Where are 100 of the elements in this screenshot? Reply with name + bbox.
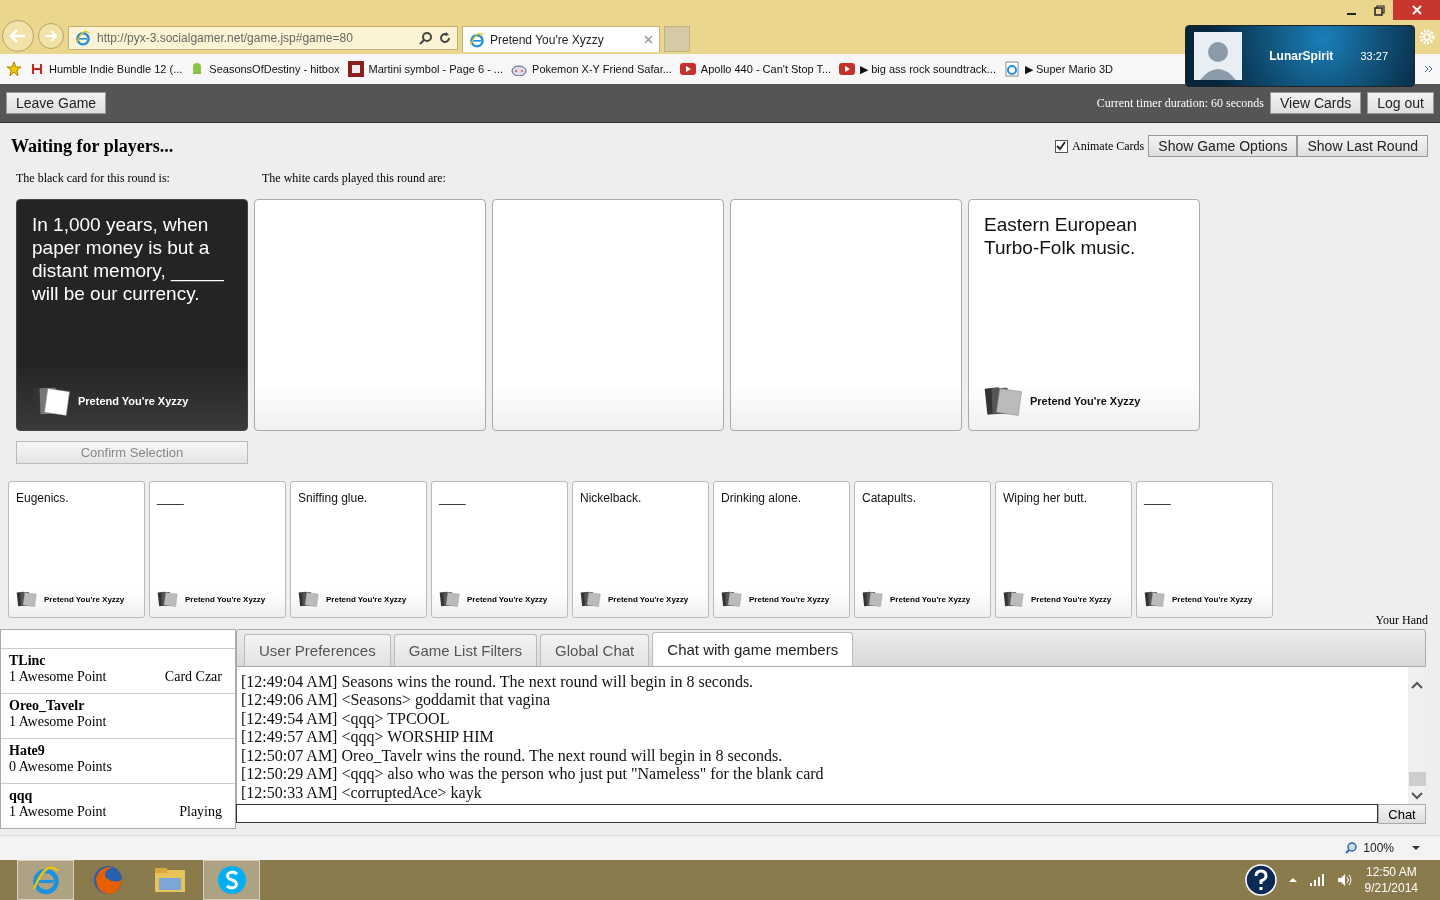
hand-card[interactable]: Catapults. Pretend You're Xyzzy — [854, 481, 991, 618]
bookmark-link[interactable]: ▶ big ass rock soundtrack... — [860, 62, 996, 76]
page-icon — [1003, 61, 1020, 77]
hand-card[interactable]: Nickelback. Pretend You're Xyzzy — [572, 481, 709, 618]
bookmark-link[interactable]: Apollo 440 - Can't Stop T... — [700, 63, 832, 75]
cards-logo-icon — [862, 591, 884, 607]
url-text: http://pyx-3.socialgamer.net/game.jsp#game=80 — [97, 31, 354, 45]
avatar — [1194, 32, 1242, 80]
player-score: 1 Awesome Point — [9, 669, 107, 685]
close-icon — [1411, 5, 1422, 15]
tab[interactable]: User Preferences — [244, 634, 391, 666]
taskbar-app[interactable] — [203, 860, 260, 900]
zoom-level[interactable]: 100% — [1363, 841, 1394, 855]
answer-card[interactable]: Eastern European Turbo-Folk music. Pretend You're Xyzzy — [968, 199, 1200, 431]
address-bar[interactable]: http://pyx-3.socialgamer.net/game.jsp#game=80 — [68, 26, 458, 50]
chat-message: [12:49:04 AM] Seasons wins the round. The next round will begin in 8 seconds. — [241, 672, 755, 691]
chat-message: [12:50:33 AM] <corruptedAce> kayk — [241, 783, 483, 802]
scroll-thumb[interactable] — [1408, 772, 1426, 786]
star-icon[interactable] — [6, 61, 22, 77]
cards-logo-icon — [32, 386, 72, 416]
clock[interactable]: 12:50 AM 9/21/2014 — [1364, 864, 1418, 896]
chat-message: [12:50:29 AM] <qqq> also who was the person who just put "Nameless" for the blank card — [241, 765, 825, 784]
your-hand-label: Your Hand — [1374, 614, 1429, 627]
bookmark-link[interactable]: Martini symbol - Page 6 - ... — [368, 63, 504, 75]
prompt-card-label: The black card for this round is: — [16, 171, 171, 187]
hand-card[interactable]: ____ Pretend You're Xyzzy — [149, 481, 286, 618]
timer-text: Current timer duration: 60 seconds — [1096, 95, 1264, 111]
play-icon — [679, 63, 696, 75]
player-status: Playing — [179, 804, 222, 820]
checkbox-label: Animate Cards — [1071, 138, 1145, 154]
tab[interactable]: Chat with game members — [652, 632, 854, 666]
close-icon[interactable] — [644, 35, 653, 44]
hand-card[interactable]: Wiping her butt. Pretend You're Xyzzy — [995, 481, 1132, 618]
toolbar-button[interactable]: View Cards — [1269, 92, 1362, 114]
pixel-art-icon — [347, 61, 364, 77]
zoom-icon — [1345, 842, 1358, 854]
bookmark-link[interactable]: Pokemon X-Y Friend Safar... — [532, 63, 672, 75]
hand-card[interactable]: ____ Pretend You're Xyzzy — [431, 481, 568, 618]
player-score: 0 Awesome Points — [9, 759, 112, 775]
signal-icon[interactable] — [1308, 874, 1325, 886]
call-time: 33:27 — [1360, 50, 1388, 62]
cards-logo-icon — [721, 591, 743, 607]
chat-message: [12:49:06 AM] <Seasons> goddamit that vagina — [241, 691, 552, 710]
leave-game-button[interactable]: Leave Game — [6, 92, 107, 114]
browser-icon — [469, 31, 485, 48]
chat-message: [12:50:07 AM] Oreo_Tavelr wins the round. The next round will begin in 8 seconds. — [241, 746, 784, 765]
hand-card[interactable]: Drinking alone. Pretend You're Xyzzy — [713, 481, 850, 618]
speaker-icon[interactable] — [1336, 873, 1353, 887]
notification-popup[interactable]: LunarSpirit 33:27 — [1185, 25, 1415, 87]
tab[interactable]: Game List Filters — [393, 634, 538, 666]
browser-icon — [30, 865, 61, 895]
bookmark-link[interactable]: Humble Indie Bundle 12 (... — [49, 63, 183, 75]
chat-input[interactable] — [236, 804, 1378, 823]
contact-name: LunarSpirit — [1268, 49, 1335, 63]
hand-card[interactable]: ____ Pretend You're Xyzzy — [1136, 481, 1273, 618]
checkbox[interactable] — [1054, 139, 1068, 153]
cards-logo-icon — [298, 591, 320, 607]
prompt-card: In 1,000 years, when paper money is but a distant memory, _____ will be our currency. Pretend You're Xyzzy — [16, 199, 248, 431]
taskbar-app[interactable] — [17, 860, 74, 900]
player-name: TLinc — [9, 653, 47, 669]
close-button[interactable] — [1393, 0, 1440, 20]
bookmark-link[interactable]: SeasonsOfDestiny - hitbox — [209, 63, 340, 75]
hand-card[interactable]: Sniffing glue. Pretend You're Xyzzy — [290, 481, 427, 618]
fox-globe-icon — [91, 864, 124, 896]
chat-send-button[interactable]: Chat — [1378, 804, 1426, 824]
folder-icon — [153, 866, 186, 894]
help-icon[interactable] — [1244, 864, 1277, 896]
player-name: qqq — [9, 788, 34, 804]
chat-message: [12:49:57 AM] <qqq> WORSHIP HIM — [241, 728, 495, 747]
tab[interactable]: Global Chat — [540, 634, 650, 666]
cards-logo-icon — [16, 591, 38, 607]
bookmark-link[interactable]: ▶ Super Mario 3D — [1024, 62, 1114, 76]
player-name: Oreo_Tavelr — [9, 698, 86, 714]
restore-icon — [1373, 4, 1385, 16]
browser-tab[interactable]: Pretend You're Xyzzy — [462, 26, 660, 52]
scrollbar[interactable] — [1408, 667, 1426, 804]
browser-icon — [75, 30, 91, 46]
cards-logo-icon — [439, 591, 461, 607]
alien-face-icon — [511, 62, 528, 76]
h-letter-icon — [30, 62, 44, 76]
minimize-icon — [1346, 12, 1356, 15]
chat-message: [12:49:54 AM] <qqq> TPCOOL — [241, 709, 451, 728]
search-icon — [419, 31, 433, 45]
game-button[interactable]: Show Last Round — [1297, 135, 1428, 157]
play-icon — [839, 63, 856, 75]
arrow-right-icon — [44, 30, 58, 42]
back-button[interactable] — [2, 20, 34, 52]
cards-logo-icon — [984, 386, 1024, 416]
s-logo-icon — [216, 865, 247, 895]
game-button[interactable]: Show Game Options — [1148, 135, 1298, 157]
scroll-down-icon[interactable] — [1411, 792, 1423, 800]
toolbar-button[interactable]: Log out — [1367, 92, 1434, 114]
forward-button[interactable] — [38, 23, 64, 49]
arrow-left-icon — [9, 29, 27, 43]
caret-up-icon[interactable] — [1288, 877, 1297, 883]
hand-card[interactable]: Eugenics. Pretend You're Xyzzy — [8, 481, 145, 618]
refresh-icon[interactable] — [439, 32, 451, 44]
scroll-up-icon[interactable] — [1411, 681, 1423, 689]
player-name: Hate9 — [9, 743, 46, 759]
cards-logo-icon — [1144, 591, 1166, 607]
